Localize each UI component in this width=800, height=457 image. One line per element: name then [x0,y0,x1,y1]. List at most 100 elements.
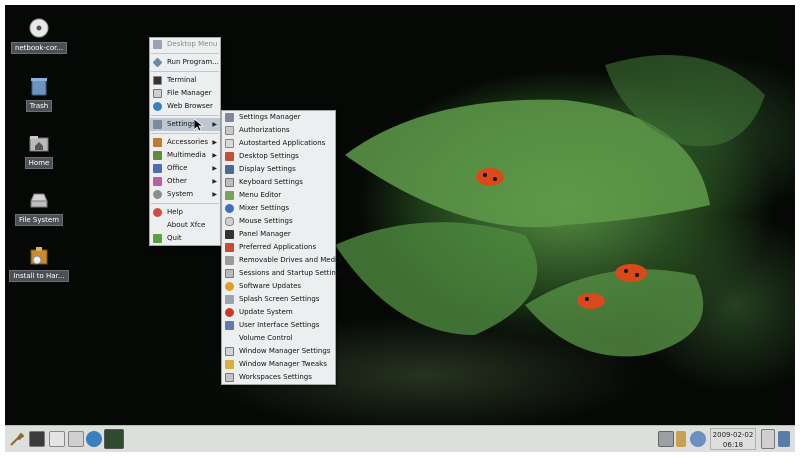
desktop-icon-label: Home [24,157,54,169]
xfce-icon [153,40,162,49]
settings-item-settings-manager[interactable]: Settings Manager [222,111,335,124]
menu-item-help[interactable]: Help [150,206,220,219]
settings-icon [153,120,162,129]
settings-item-mixer-settings[interactable]: Mixer Settings [222,202,335,215]
menu-separator [151,115,219,116]
settings-item-authorizations[interactable]: Authorizations [222,124,335,137]
settings-item-update-system[interactable]: Update System [222,306,335,319]
accessories-icon [153,138,162,147]
settings-item-autostarted-applications[interactable]: Autostarted Applications [222,137,335,150]
web-browser-launcher-icon[interactable] [86,431,102,447]
network-icon[interactable] [658,431,674,447]
menu-item-other[interactable]: Other ▶ [150,175,220,188]
cd-drive-icon [28,17,50,39]
panel-clock[interactable]: 2009-02-02 06:18 [710,428,756,450]
volume-icon [225,334,234,343]
mouse-pointer-icon [194,119,203,132]
settings-item-preferred-applications[interactable]: Preferred Applications [222,241,335,254]
menu-item-about-xfce[interactable]: About Xfce [150,219,220,232]
menu-item-office[interactable]: Office ▶ [150,162,220,175]
mixer-icon [225,204,234,213]
menu-item-settings[interactable]: Settings ▶ [150,118,220,131]
desktop-icon-label: Trash [25,100,53,112]
multimedia-icon [153,151,162,160]
menu-editor-icon [225,191,234,200]
settings-item-panel-manager[interactable]: Panel Manager [222,228,335,241]
wallpaper-art [335,55,765,357]
info-icon [153,221,162,230]
office-icon [153,164,162,173]
desktop-icon-label: netbook-cor... [10,42,68,54]
menu-separator [151,71,219,72]
submenu-arrow-icon: ▶ [212,191,217,198]
calculator-launcher-icon[interactable] [68,431,84,447]
software-updates-icon [225,282,234,291]
desktop-icon-home[interactable]: Home [8,132,70,171]
desktop-icon-cd[interactable]: netbook-cor... [8,17,70,56]
settings-item-splash-screen[interactable]: Splash Screen Settings [222,293,335,306]
workspaces-icon [225,373,234,382]
menu-separator [151,133,219,134]
keyboard-icon [225,178,234,187]
clock-time: 06:18 [722,441,744,449]
trash-applet-icon[interactable] [778,431,790,447]
globe-icon [153,102,162,111]
desktop-icon-trash[interactable]: Trash [8,75,70,114]
panel-icon [225,230,234,239]
clock-date: 2009-02-02 [712,431,754,439]
submenu-arrow-icon: ▶ [212,121,217,128]
menu-item-run-program[interactable]: Run Program... [150,56,220,69]
settings-item-workspaces-settings[interactable]: Workspaces Settings [222,371,335,384]
settings-item-user-interface[interactable]: User Interface Settings [222,319,335,332]
hard-drive-icon [28,189,50,211]
menu-item-terminal[interactable]: Terminal [150,74,220,87]
menu-item-file-manager[interactable]: File Manager [150,87,220,100]
menu-item-multimedia[interactable]: Multimedia ▶ [150,149,220,162]
battery-icon[interactable] [676,431,686,447]
settings-submenu: Settings Manager Authorizations Autostar… [221,110,344,385]
settings-item-display-settings[interactable]: Display Settings [222,163,335,176]
desktop-icon-filesystem[interactable]: File System [8,189,70,228]
settings-item-sessions-startup[interactable]: Sessions and Startup Settings [222,267,344,280]
settings-manager-icon [225,113,234,122]
file-manager-icon [153,89,162,98]
settings-item-desktop-settings[interactable]: Desktop Settings [222,150,335,163]
installer-icon [28,245,50,267]
settings-item-volume-control[interactable]: Volume Control [222,332,335,345]
update-notifier-icon[interactable] [690,431,706,447]
settings-item-keyboard-settings[interactable]: Keyboard Settings [222,176,335,189]
desktop-menu: Desktop Menu Run Program... Terminal Fil… [149,37,221,246]
menu-item-quit[interactable]: Quit [150,232,220,245]
desktop-icon [225,152,234,161]
xfce-menu-wrench-icon[interactable] [8,431,24,447]
submenu-arrow-icon: ▶ [212,178,217,185]
menu-item-accessories[interactable]: Accessories ▶ [150,136,220,149]
sessions-icon [225,269,234,278]
settings-item-mouse-settings[interactable]: Mouse Settings [222,215,335,228]
desktop-icon-installer[interactable]: Install to Har... [8,245,70,284]
menu-separator [151,53,219,54]
settings-item-software-updates[interactable]: Software Updates [222,280,335,293]
text-editor-launcher-icon[interactable] [49,431,65,447]
workspace-switcher[interactable] [104,429,124,449]
settings-item-window-manager-settings[interactable]: Window Manager Settings [222,345,335,358]
settings-item-removable-drives[interactable]: Removable Drives and Media [222,254,341,267]
settings-item-window-manager-tweaks[interactable]: Window Manager Tweaks [222,358,335,371]
quit-icon [153,234,162,243]
submenu-arrow-icon: ▶ [212,152,217,159]
bottom-panel: 2009-02-02 06:18 [5,425,795,452]
menu-item-web-browser[interactable]: Web Browser [150,100,220,113]
menu-separator [151,203,219,204]
settings-item-menu-editor[interactable]: Menu Editor [222,189,335,202]
terminal-icon [153,76,162,85]
preferred-apps-icon [225,243,234,252]
key-icon [225,126,234,135]
menu-item-system[interactable]: System ▶ [150,188,220,201]
update-system-icon [225,308,234,317]
splash-icon [225,295,234,304]
home-folder-icon [28,132,50,154]
desktop-screen: netbook-cor... Trash Home File System In… [5,5,795,452]
show-desktop-icon[interactable] [761,429,775,449]
removable-drive-icon [225,256,234,265]
terminal-launcher-icon[interactable] [29,431,45,447]
